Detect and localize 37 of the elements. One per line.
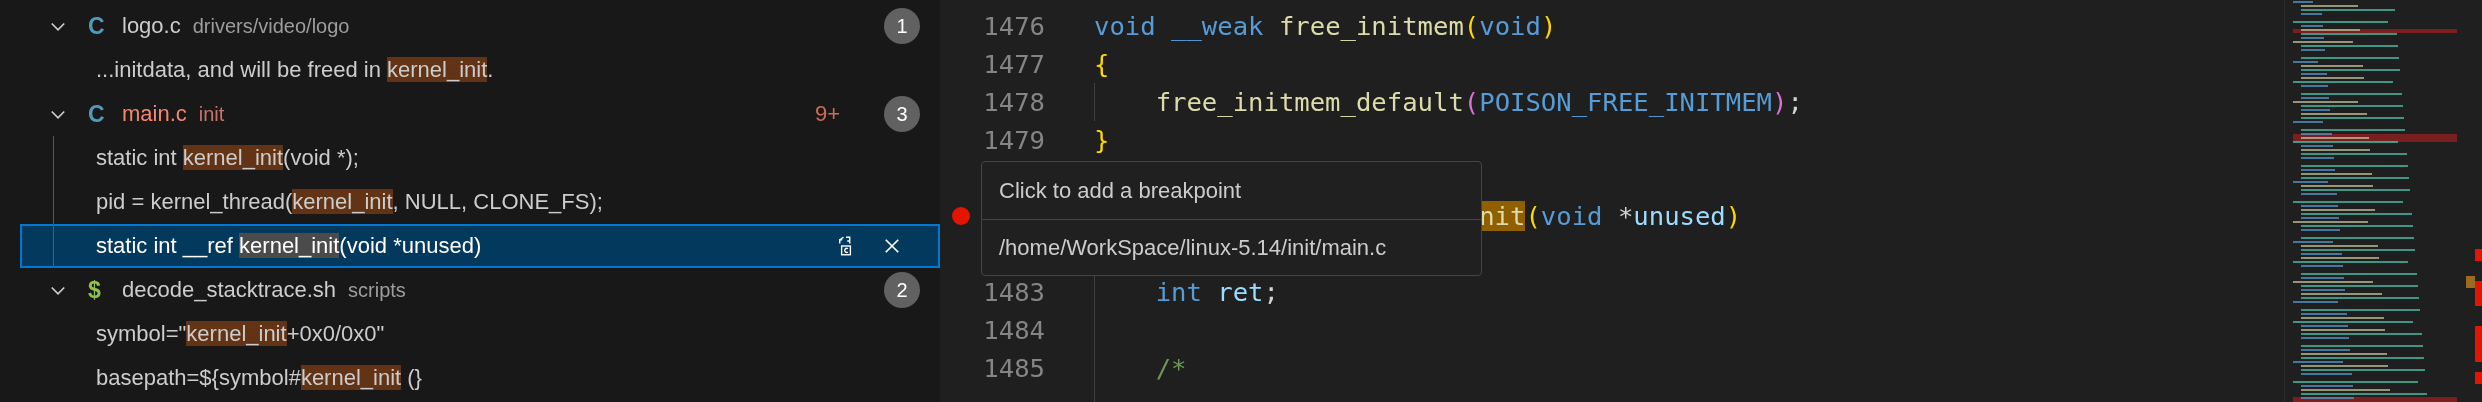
- line-number: 1476: [983, 11, 1045, 41]
- file-name[interactable]: decode_stacktrace.sh: [122, 277, 337, 303]
- line-number: 1479: [983, 125, 1045, 155]
- minimap-drawing[interactable]: [2284, 0, 2457, 402]
- file-path: scripts: [348, 278, 406, 302]
- code-line: void __weak free_initmem(void): [1094, 11, 1557, 41]
- file-type-icon: $: [88, 276, 122, 304]
- search-match[interactable]: symbol="kernel_init+0x0/0x0": [20, 312, 940, 356]
- code-line: {: [1094, 49, 1110, 79]
- line-number: 1477: [983, 49, 1045, 79]
- match-count-badge: 2: [884, 272, 920, 308]
- search-match[interactable]: pid = kernel_thread(kernel_init, NULL, CLONE_FS);: [20, 180, 940, 224]
- match-count-badge: 3: [884, 96, 920, 132]
- code-line: int ret;: [1155, 277, 1279, 307]
- match-count-badge: 1: [884, 8, 920, 44]
- code-line: }: [1094, 125, 1110, 155]
- search-match[interactable]: static int __ref kernel_init(void *unused): [20, 224, 940, 268]
- breakpoint-dot[interactable]: [952, 207, 970, 225]
- search-match[interactable]: ...initdata, and will be freed in kernel_init.: [20, 48, 940, 92]
- search-match[interactable]: basepath=${symbol#kernel_init (}: [20, 356, 940, 400]
- line-number: 1485: [983, 353, 1045, 383]
- file-path: /home/WorkSpace/linux-5.14/init/main.c: [998, 234, 1388, 262]
- line-number: 1478: [983, 87, 1045, 117]
- file-path: init: [198, 102, 225, 126]
- file-name[interactable]: logo.c: [122, 13, 181, 39]
- file-name[interactable]: main.c: [122, 101, 187, 127]
- line-number: 1484: [983, 315, 1045, 345]
- line-number: 1483: [983, 277, 1045, 307]
- code-line: free_initmem_default(POISON_FREE_INITMEM);: [1155, 87, 1803, 117]
- tooltip-title: Click to add a breakpoint: [982, 162, 1481, 220]
- close-icon[interactable]: [882, 236, 902, 256]
- problem-count: 9+: [814, 101, 840, 127]
- file-type-icon: C: [88, 100, 122, 128]
- file-type-icon: C: [88, 12, 122, 40]
- file-path: drivers/video/logo: [192, 14, 350, 38]
- search-match[interactable]: static int kernel_init(void *);: [20, 136, 940, 180]
- code-line: /*: [1155, 353, 1187, 383]
